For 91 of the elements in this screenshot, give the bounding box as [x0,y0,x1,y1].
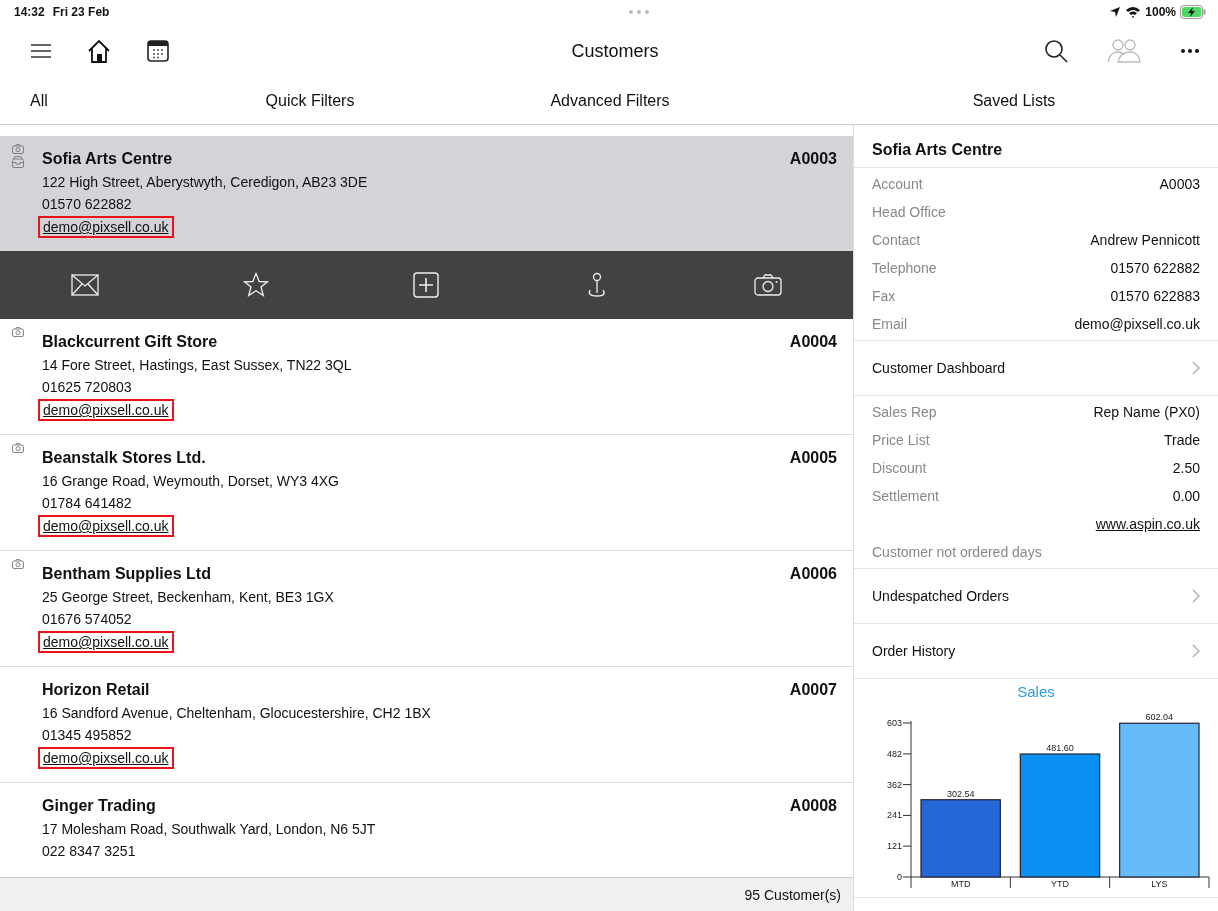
field-value: 01570 622882 [1110,260,1200,276]
filter-tab[interactable]: Saved Lists [840,92,1218,110]
customer-name: Bentham Supplies Ltd [42,565,211,583]
field-label: Account [872,176,923,192]
y-tick-label: 0 [897,872,902,882]
customer-name: Sofia Arts Centre [42,150,173,168]
chevron-icon [1192,361,1200,375]
customer-name: Ginger Trading [42,797,156,815]
customer-phone: 01625 720803 [42,379,133,395]
wifi-icon [1125,6,1142,18]
field-label: Email [872,316,907,332]
more-icon[interactable] [1180,48,1200,54]
x-tick-label: LYS [1151,879,1168,889]
value-label: 481.60 [1046,743,1074,753]
add-icon[interactable] [413,272,440,298]
field-value: Rep Name (PX0) [1093,404,1200,420]
camera-icon[interactable] [753,274,782,296]
customer-address: 16 Sandford Avenue, Cheltenham, Glocucestershire, CH2 1BX [42,705,432,721]
account-code: A0007 [789,681,837,699]
customer-address: 17 Molesham Road, Southwalk Yard, London, N6 5JT [42,821,377,837]
star-icon[interactable] [242,272,269,298]
customer-phone: 01570 622882 [42,196,133,212]
field-label: Price List [872,432,930,448]
y-tick-label: 121 [886,841,902,852]
field-label: Contact [872,232,921,248]
filter-tab[interactable]: All [0,92,110,110]
field-label: Settlement [872,488,939,504]
detail-link-row[interactable]: Order History [854,624,1218,679]
chevron-icon [1192,644,1200,658]
y-tick-label: 603 [886,718,902,728]
account-code: A0005 [789,449,837,467]
value-label: 302.54 [946,788,975,799]
filter-tab[interactable]: Advanced Filters [420,92,840,110]
y-tick-label: 482 [886,748,902,759]
chart-title: Sales [1017,683,1055,697]
field-value: 01570 622883 [1110,288,1200,304]
customer-phone: 01676 574052 [42,611,133,627]
x-tick-label: YTD [1051,879,1069,889]
customer-address: 14 Fore Street, Hastings, East Sussex, TN22 3QL [42,357,353,373]
page-title: Customers [571,40,659,62]
mail-icon[interactable] [71,274,100,296]
field-label: Telephone [872,260,937,276]
field-label: Sales Rep [872,404,937,420]
account-code: A0008 [789,797,837,815]
customer-name: Beanstalk Stores Ltd. [42,449,206,467]
account-code: A0004 [789,333,837,351]
customer-phone: 01784 641482 [42,495,133,511]
detail-link-row[interactable]: Undespatched Orders [854,569,1218,624]
chevron-icon [1192,589,1200,603]
link-label: Customer Dashboard [872,360,1006,376]
field-value: 2.50 [1172,460,1200,476]
filter-tab[interactable]: Quick Filters [110,92,420,110]
customer-address: 16 Grange Road, Weymouth, Dorset, WY3 4XG [42,473,340,489]
field-label: Fax [872,288,896,304]
link-label: Undespatched Orders [872,588,1009,604]
field-label: Head Office [872,204,946,220]
multitask-dots-icon [627,9,652,15]
customer-phone: 01345 495852 [42,727,133,743]
link-label: Order History [872,643,956,659]
customer-row[interactable]: Sofia Arts Centre A0003 122 High Street, Aberystwyth, Ceredigon, AB23 3DE 01570 622882 demo@pixsell.co.uk [0,136,853,251]
customer-address: 25 George Street, Beckenham, Kent, BE3 1GX [42,589,335,605]
customer-phone: 022 8347 3251 [42,843,137,859]
status-date: Fri 23 Feb [52,5,110,19]
field-value: Trade [1163,432,1200,448]
website-link[interactable]: www.aspin.co.uk [1095,516,1200,532]
account-code: A0006 [789,565,837,583]
email-link[interactable]: demo@pixsell.co.uk [38,399,174,421]
customer-address: 122 High Street, Aberystwyth, Ceredigon, AB23 3DE [42,174,369,190]
field-value: A0003 [1159,176,1200,192]
field-label: Customer not ordered days [872,544,1042,560]
location-arrow-icon [1109,6,1122,18]
x-tick-label: MTD [950,879,971,889]
account-code: A0003 [789,150,837,168]
value-label: 602.04 [1145,712,1174,723]
field-value: 0.00 [1172,488,1200,504]
customer-count: 95 Customer(s) [744,886,841,903]
detail-link-row[interactable]: Customer Dashboard [854,341,1218,396]
email-link[interactable]: demo@pixsell.co.uk [38,631,174,653]
field-value: Andrew Pennicott [1090,232,1200,248]
y-tick-label: 241 [886,810,902,821]
field-label: Discount [872,460,927,476]
status-time: 14:32 [14,5,45,19]
battery-percentage: 100% [1145,5,1176,19]
email-link[interactable]: demo@pixsell.co.uk [38,747,174,769]
field-value: demo@pixsell.co.uk [1074,316,1200,332]
email-link[interactable]: demo@pixsell.co.uk [38,216,174,238]
customer-name: Blackcurrent Gift Store [42,333,218,351]
detail-title: Sofia Arts Centre [854,125,1218,168]
customer-name: Horizon Retail [42,681,150,699]
email-link[interactable]: demo@pixsell.co.uk [38,515,174,537]
y-tick-label: 362 [886,779,902,790]
